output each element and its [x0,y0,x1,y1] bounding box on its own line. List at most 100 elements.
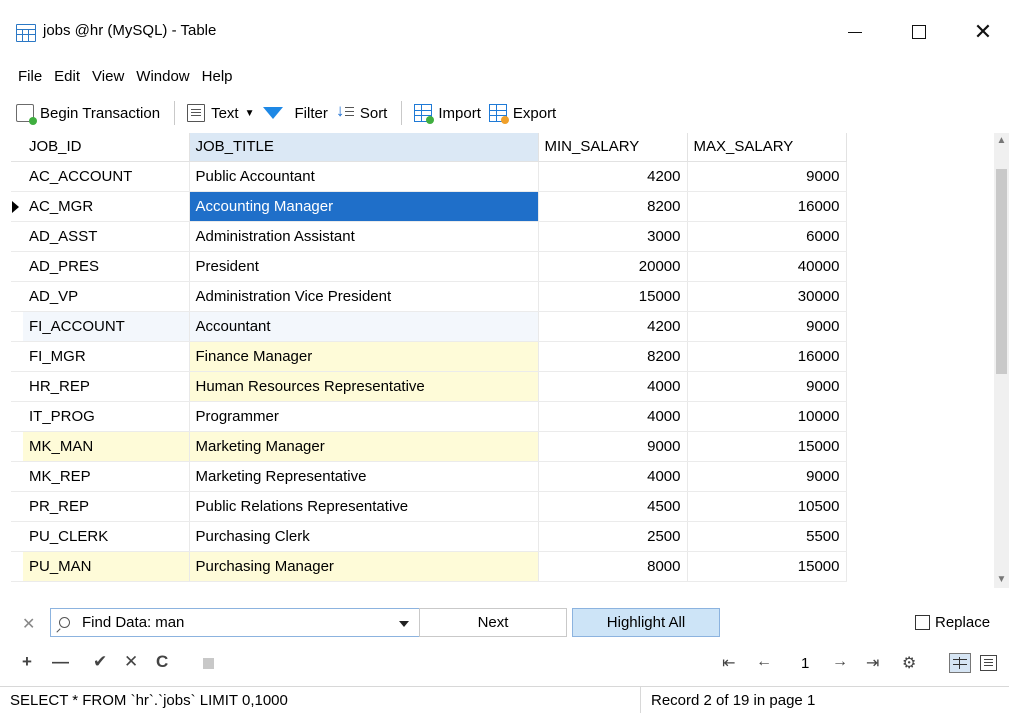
menu-view[interactable]: View [92,68,124,85]
cell-min-salary[interactable]: 2500 [538,521,688,552]
table-row[interactable]: AC_MGR Accounting Manager 8200 16000 [11,191,847,222]
row-indicator[interactable] [11,341,23,372]
cell-min-salary[interactable]: 4000 [538,371,688,402]
find-next-button[interactable]: Next [419,608,567,637]
close-button[interactable]: ✕ [960,12,1006,52]
cell-job-id[interactable]: AC_MGR [23,191,190,222]
table-row[interactable]: MK_REP Marketing Representative 4000 9000 [11,461,847,492]
column-header-min-salary[interactable]: MIN_SALARY [538,133,688,162]
cell-job-id[interactable]: HR_REP [23,371,190,402]
cell-job-title[interactable]: Accountant [189,311,539,342]
table-row[interactable]: AD_PRES President 20000 40000 [11,251,847,282]
chevron-down-icon[interactable] [399,621,409,627]
row-indicator[interactable] [11,251,23,282]
cell-max-salary[interactable]: 9000 [687,311,847,342]
row-indicator[interactable] [11,491,23,522]
apply-changes-icon[interactable]: ✔ [93,652,107,672]
row-indicator[interactable] [11,221,23,252]
cell-max-salary[interactable]: 6000 [687,221,847,252]
cell-max-salary[interactable]: 5500 [687,521,847,552]
cell-job-id[interactable]: AD_VP [23,281,190,312]
cell-min-salary[interactable]: 8200 [538,191,688,222]
cell-min-salary[interactable]: 9000 [538,431,688,462]
grid-view-icon[interactable] [949,653,971,673]
cell-job-title[interactable]: Purchasing Manager [189,551,539,582]
table-row[interactable]: FI_MGR Finance Manager 8200 16000 [11,341,847,372]
text-view-button[interactable]: Text ▼ [187,100,255,126]
cell-job-id[interactable]: PU_CLERK [23,521,190,552]
cell-job-title[interactable]: Marketing Representative [189,461,539,492]
menu-window[interactable]: Window [136,68,189,85]
delete-record-icon[interactable]: — [52,652,69,672]
table-row[interactable]: AD_VP Administration Vice President 15000 3… [11,281,847,312]
cell-job-title[interactable]: Marketing Manager [189,431,539,462]
last-page-icon[interactable]: ⇥ [866,653,879,673]
scroll-up-icon[interactable]: ▲ [994,133,1009,149]
replace-checkbox[interactable] [915,615,930,630]
cell-job-id[interactable]: MK_MAN [23,431,190,462]
discard-changes-icon[interactable]: ✕ [124,652,138,672]
close-find-icon[interactable]: ✕ [22,614,35,634]
first-page-icon[interactable]: ⇤ [722,653,735,673]
menu-help[interactable]: Help [202,68,233,85]
cell-max-salary[interactable]: 15000 [687,431,847,462]
cell-min-salary[interactable]: 8000 [538,551,688,582]
cell-job-id[interactable]: FI_ACCOUNT [23,311,190,342]
column-header-job-id[interactable]: JOB_ID [23,133,190,162]
cell-min-salary[interactable]: 4000 [538,461,688,492]
table-row[interactable]: AD_ASST Administration Assistant 3000 6000 [11,221,847,252]
cell-max-salary[interactable]: 40000 [687,251,847,282]
row-indicator[interactable] [11,371,23,402]
row-indicator[interactable] [11,311,23,342]
cell-max-salary[interactable]: 10000 [687,401,847,432]
refresh-icon[interactable]: C [156,652,168,672]
cell-job-title[interactable]: President [189,251,539,282]
cell-min-salary[interactable]: 4000 [538,401,688,432]
cell-job-id[interactable]: AD_ASST [23,221,190,252]
stop-icon[interactable] [203,658,214,669]
cell-job-id[interactable]: MK_REP [23,461,190,492]
cell-job-id[interactable]: PU_MAN [23,551,190,582]
cell-job-title[interactable]: Public Relations Representative [189,491,539,522]
page-number[interactable]: 1 [801,655,809,672]
maximize-button[interactable] [896,12,942,52]
table-row[interactable]: FI_ACCOUNT Accountant 4200 9000 [11,311,847,342]
begin-transaction-button[interactable]: Begin Transaction [16,100,160,126]
cell-max-salary[interactable]: 16000 [687,191,847,222]
cell-max-salary[interactable]: 10500 [687,491,847,522]
table-row[interactable]: AC_ACCOUNT Public Accountant 4200 9000 [11,161,847,192]
sort-button[interactable]: Sort [336,100,388,126]
row-indicator[interactable] [11,551,23,582]
table-row[interactable]: IT_PROG Programmer 4000 10000 [11,401,847,432]
column-header-job-title[interactable]: JOB_TITLE [189,133,539,162]
vertical-scrollbar[interactable]: ▲ ▼ [994,133,1009,588]
cell-job-title[interactable]: Programmer [189,401,539,432]
row-indicator[interactable] [11,521,23,552]
settings-gear-icon[interactable]: ⚙ [902,653,916,673]
cell-max-salary[interactable]: 16000 [687,341,847,372]
scrollbar-thumb[interactable] [996,169,1007,374]
form-view-icon[interactable] [980,655,997,671]
cell-min-salary[interactable]: 20000 [538,251,688,282]
replace-toggle[interactable]: Replace [915,614,990,631]
row-indicator[interactable] [11,461,23,492]
find-data-field[interactable]: Find Data: [50,608,420,637]
cell-job-id[interactable]: AC_ACCOUNT [23,161,190,192]
table-row[interactable]: HR_REP Human Resources Representative 4000… [11,371,847,402]
cell-max-salary[interactable]: 9000 [687,161,847,192]
cell-job-title[interactable]: Finance Manager [189,341,539,372]
next-page-icon[interactable]: → [832,653,848,671]
menu-edit[interactable]: Edit [54,68,80,85]
cell-job-id[interactable]: IT_PROG [23,401,190,432]
cell-max-salary[interactable]: 9000 [687,461,847,492]
table-row[interactable]: PR_REP Public Relations Representative 450… [11,491,847,522]
row-indicator[interactable] [11,191,23,222]
menu-file[interactable]: File [18,68,42,85]
row-indicator[interactable] [11,431,23,462]
cell-max-salary[interactable]: 9000 [687,371,847,402]
cell-min-salary[interactable]: 4200 [538,311,688,342]
cell-job-title[interactable]: Public Accountant [189,161,539,192]
filter-button[interactable]: Filter [262,100,328,126]
row-indicator[interactable] [11,401,23,432]
scroll-down-icon[interactable]: ▼ [994,572,1009,588]
